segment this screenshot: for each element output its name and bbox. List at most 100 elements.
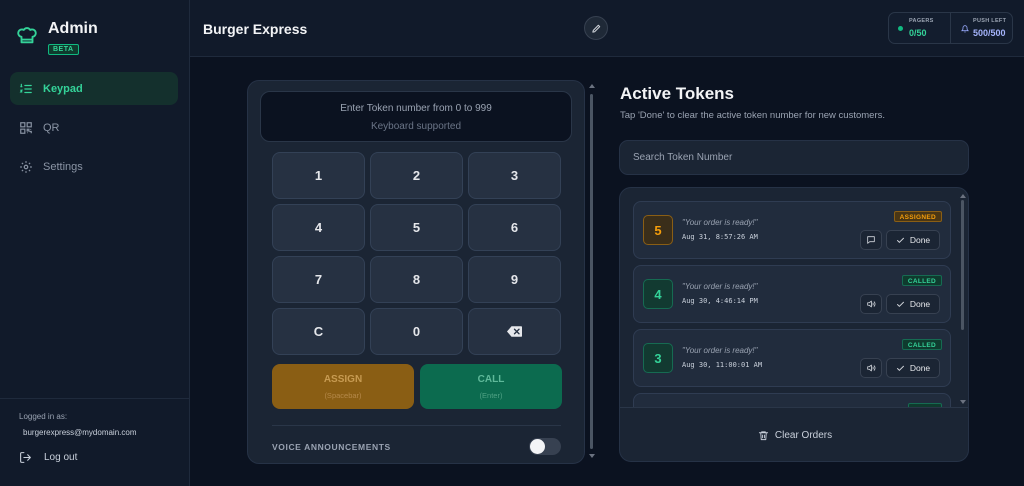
key-7[interactable]: 7: [272, 256, 365, 303]
token-message: "Your order is ready!": [682, 282, 758, 291]
clear-orders-button[interactable]: Clear Orders: [620, 407, 968, 461]
scroll-down-icon: [960, 400, 966, 404]
key-3[interactable]: 3: [468, 152, 561, 199]
assign-button[interactable]: ASSIGN (Spacebar): [272, 364, 414, 409]
done-button[interactable]: Done: [886, 358, 940, 378]
chef-hat-icon: [17, 27, 37, 44]
brand: Admin BETA: [16, 20, 98, 56]
assign-hint: (Spacebar): [324, 391, 362, 400]
scrollbar-thumb[interactable]: [590, 94, 593, 449]
pagers-stat: PAGERS 0/50: [889, 13, 950, 43]
logout-label: Log out: [44, 452, 78, 463]
token-display: Enter Token number from 0 to 999 Keyboar…: [260, 91, 572, 142]
search-token-input[interactable]: [619, 140, 969, 175]
sidebar-item-label: Settings: [43, 160, 83, 173]
scroll-up-icon: [960, 194, 966, 198]
bell-icon: [961, 25, 969, 33]
message-button[interactable]: [860, 230, 882, 250]
list-number-icon: [19, 83, 32, 93]
token-item-partial: [633, 393, 951, 407]
message-icon: [867, 236, 875, 244]
token-item: 4 "Your order is ready!" Aug 30, 4:46:14…: [633, 265, 951, 323]
key-6[interactable]: 6: [468, 204, 561, 251]
active-tokens-subtitle: Tap 'Done' to clear the active token num…: [620, 110, 886, 121]
push-label: PUSH LEFT: [973, 18, 1007, 24]
backspace-icon: [507, 326, 522, 337]
token-number: 5: [643, 215, 673, 245]
sidebar-item-keypad[interactable]: Keypad: [10, 72, 178, 105]
token-message: "Your order is ready!": [682, 346, 758, 355]
token-number: 3: [643, 343, 673, 373]
page-title: Burger Express: [203, 21, 308, 37]
key-5[interactable]: 5: [370, 204, 463, 251]
announce-button[interactable]: [860, 294, 882, 314]
keypad-scrollbar[interactable]: [589, 84, 595, 458]
tokens-list: 5 "Your order is ready!" Aug 31, 8:57:26…: [620, 188, 968, 407]
voice-announcements-label: VOICE ANNOUNCEMENTS: [272, 442, 391, 452]
status-badge: ASSIGNED: [893, 211, 942, 222]
key-8[interactable]: 8: [370, 256, 463, 303]
status-badge: CALLED: [901, 275, 942, 286]
key-2[interactable]: 2: [370, 152, 463, 199]
brand-title: Admin: [48, 20, 98, 37]
keypad-panel: Enter Token number from 0 to 999 Keyboar…: [247, 80, 585, 464]
sidebar-item-label: Keypad: [43, 82, 83, 95]
done-label: Done: [909, 363, 931, 373]
sidebar-item-label: QR: [43, 121, 60, 134]
token-number: 4: [643, 279, 673, 309]
announce-button[interactable]: [860, 358, 882, 378]
header: Burger Express PAGERS 0/50 PUSH LEFT 500…: [190, 0, 1024, 57]
edit-title-button[interactable]: [584, 16, 608, 40]
key-0[interactable]: 0: [370, 308, 463, 355]
scroll-down-icon: [589, 454, 595, 458]
toggle-knob: [530, 439, 545, 454]
backspace-key[interactable]: [468, 308, 561, 355]
check-icon: [896, 301, 904, 307]
token-time: Aug 30, 4:46:14 PM: [682, 297, 758, 305]
key-1[interactable]: 1: [272, 152, 365, 199]
done-button[interactable]: Done: [886, 294, 940, 314]
sidebar-item-qr[interactable]: QR: [10, 111, 178, 144]
speaker-icon: [867, 300, 876, 308]
key-9[interactable]: 9: [468, 256, 561, 303]
user-email: burgerexpress@mydomain.com: [23, 428, 137, 437]
token-message: "Your order is ready!": [682, 218, 758, 227]
clear-orders-label: Clear Orders: [774, 430, 833, 441]
qr-code-icon: [20, 121, 32, 134]
pagers-value: 0/50: [909, 28, 927, 38]
key-4[interactable]: 4: [272, 204, 365, 251]
voice-announcements-toggle[interactable]: [529, 438, 561, 455]
key-clear[interactable]: C: [272, 308, 365, 355]
call-button[interactable]: CALL (Enter): [420, 364, 562, 409]
check-icon: [896, 365, 904, 371]
status-badge: CALLED: [901, 339, 942, 350]
tokens-list-card: 5 "Your order is ready!" Aug 31, 8:57:26…: [619, 187, 969, 462]
trash-icon: [758, 431, 768, 441]
token-item: 5 "Your order is ready!" Aug 31, 8:57:26…: [633, 201, 951, 259]
keyboard-hint: Keyboard supported: [370, 121, 462, 132]
sidebar-nav: Keypad QR Settings: [10, 72, 178, 189]
check-icon: [896, 237, 904, 243]
sidebar-footer: Logged in as: burgerexpress@mydomain.com…: [0, 398, 190, 486]
tokens-scrollbar[interactable]: [960, 194, 966, 404]
token-item: 3 "Your order is ready!" Aug 30, 11:00:0…: [633, 329, 951, 387]
status-dot-icon: [898, 26, 903, 31]
pencil-icon: [591, 24, 600, 33]
sidebar-item-settings[interactable]: Settings: [10, 150, 178, 183]
scrollbar-thumb[interactable]: [961, 200, 964, 330]
push-value: 500/500: [973, 28, 1006, 38]
call-label: CALL: [477, 374, 505, 385]
push-stat: PUSH LEFT 500/500: [950, 13, 1012, 43]
pagers-label: PAGERS: [909, 18, 934, 24]
token-time: Aug 31, 8:57:26 AM: [682, 233, 758, 241]
usage-stats: PAGERS 0/50 PUSH LEFT 500/500: [888, 12, 1013, 44]
logout-button[interactable]: Log out: [19, 451, 77, 464]
call-hint: (Enter): [479, 391, 503, 400]
assign-label: ASSIGN: [323, 374, 363, 385]
beta-badge: BETA: [48, 44, 79, 55]
active-tokens-title: Active Tokens: [620, 84, 735, 103]
done-label: Done: [909, 299, 931, 309]
gear-icon: [20, 160, 32, 173]
done-button[interactable]: Done: [886, 230, 940, 250]
logout-icon: [20, 452, 31, 463]
